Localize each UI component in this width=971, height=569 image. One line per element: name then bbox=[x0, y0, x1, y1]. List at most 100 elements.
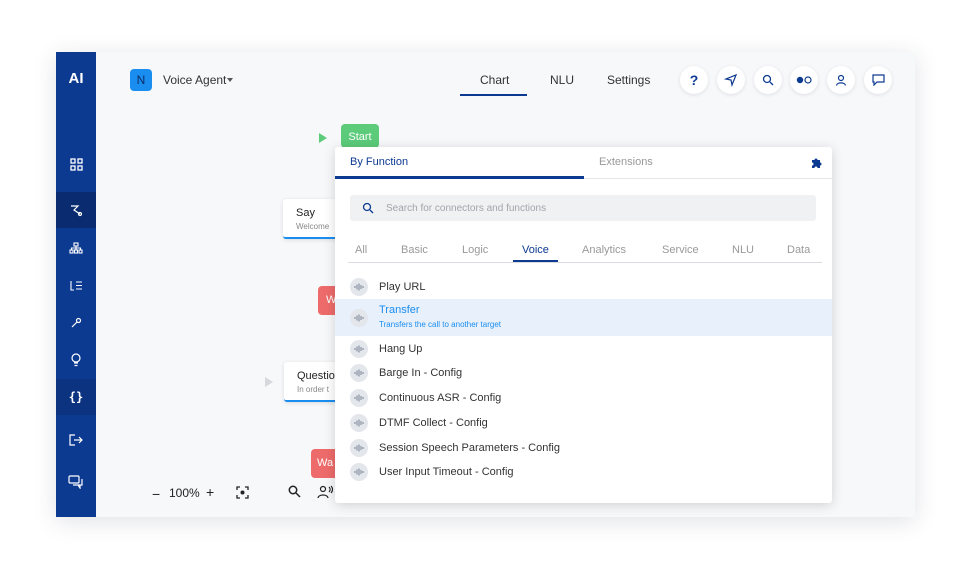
list-item-title: Play URL bbox=[379, 281, 426, 293]
function-search[interactable] bbox=[350, 195, 816, 221]
speaking-person-icon bbox=[317, 485, 334, 499]
user-icon bbox=[835, 74, 847, 86]
chevron-down-icon[interactable] bbox=[227, 78, 233, 82]
list-item[interactable]: DTMF Collect - Config bbox=[335, 410, 832, 434]
compass-button[interactable] bbox=[717, 66, 745, 94]
top-header: N Voice Agent Chart NLU Settings ? bbox=[96, 52, 915, 108]
soundwave-icon bbox=[350, 439, 368, 457]
soundwave-icon bbox=[350, 389, 368, 407]
question-node-subtitle: In order t bbox=[297, 385, 330, 394]
user-button[interactable] bbox=[827, 66, 855, 94]
compass-icon bbox=[724, 73, 738, 87]
soundwave-icon bbox=[350, 463, 368, 481]
list-item[interactable]: Continuous ASR - Config bbox=[335, 386, 832, 410]
sidebar-item-ideas[interactable] bbox=[56, 342, 96, 378]
panel-tab-divider bbox=[584, 178, 832, 179]
active-tab-indicator bbox=[460, 94, 527, 96]
app-window: AI {} N Voice Agent Chart NLU Settings ?… bbox=[56, 52, 915, 517]
list-item-title: User Input Timeout - Config bbox=[379, 466, 514, 478]
filter-tab-basic[interactable]: Basic bbox=[401, 244, 428, 256]
list-icon bbox=[69, 280, 82, 291]
tab-chart[interactable]: Chart bbox=[480, 73, 509, 87]
soundwave-icon bbox=[350, 309, 368, 327]
sidebar-item-code[interactable]: {} bbox=[56, 379, 96, 415]
list-item-title: Transfer bbox=[379, 304, 420, 316]
sidebar: AI {} bbox=[56, 52, 96, 517]
voice-preview-button[interactable] bbox=[317, 485, 334, 504]
hierarchy-icon bbox=[69, 242, 83, 254]
filter-tab-divider bbox=[348, 262, 822, 263]
sidebar-item-dashboard[interactable] bbox=[56, 146, 96, 182]
list-item-subtitle: Transfers the call to another target bbox=[379, 320, 501, 329]
filter-tab-voice[interactable]: Voice bbox=[522, 244, 549, 256]
say-node-title: Say bbox=[296, 207, 315, 219]
focus-icon bbox=[236, 486, 249, 499]
chat-icon bbox=[68, 475, 83, 489]
list-item[interactable]: Barge In - Config bbox=[335, 361, 832, 385]
fit-to-screen-button[interactable] bbox=[236, 486, 249, 504]
soundwave-icon bbox=[350, 414, 368, 432]
node-selector-panel: By Function Extensions All Basic Logic V… bbox=[335, 147, 832, 503]
search-icon bbox=[288, 485, 301, 498]
sidebar-item-flows[interactable] bbox=[56, 192, 96, 228]
sidebar-item-hierarchy[interactable] bbox=[56, 230, 96, 266]
soundwave-icon bbox=[350, 340, 368, 358]
play-icon bbox=[319, 133, 327, 143]
zoom-level: 100% bbox=[169, 486, 200, 500]
list-item[interactable]: Hang Up bbox=[335, 336, 832, 360]
grid-icon bbox=[69, 157, 83, 171]
soundwave-icon bbox=[350, 278, 368, 296]
wrench-icon bbox=[71, 317, 82, 328]
toggle-icon bbox=[796, 76, 812, 84]
app-logo: AI bbox=[68, 70, 84, 87]
filter-tab-service[interactable]: Service bbox=[662, 244, 699, 256]
list-item[interactable]: User Input Timeout - Config bbox=[335, 460, 832, 484]
sidebar-item-logout[interactable] bbox=[56, 422, 96, 458]
active-panel-tab-indicator bbox=[335, 176, 584, 179]
speech-bubble-icon bbox=[871, 74, 885, 86]
project-selector[interactable]: Voice Agent bbox=[163, 73, 226, 87]
project-badge[interactable]: N bbox=[130, 69, 152, 91]
list-item-title: Continuous ASR - Config bbox=[379, 392, 502, 404]
help-button[interactable]: ? bbox=[680, 66, 708, 94]
messages-button[interactable] bbox=[864, 66, 892, 94]
filter-tab-nlu[interactable]: NLU bbox=[732, 244, 754, 256]
list-item-title: Barge In - Config bbox=[379, 367, 463, 379]
zoom-out-button[interactable]: − bbox=[152, 486, 160, 502]
list-item-title: Session Speech Parameters - Config bbox=[379, 442, 560, 454]
search-button[interactable] bbox=[754, 66, 782, 94]
lightbulb-icon bbox=[71, 353, 81, 367]
toggle-button[interactable] bbox=[790, 66, 818, 94]
filter-tab-analytics[interactable]: Analytics bbox=[582, 244, 626, 256]
search-icon bbox=[762, 74, 774, 86]
list-item[interactable]: Transfer Transfers the call to another t… bbox=[335, 299, 832, 336]
canvas-search-button[interactable] bbox=[288, 485, 301, 503]
list-item-title: Hang Up bbox=[379, 343, 423, 355]
say-node[interactable]: Say Welcome bbox=[283, 199, 343, 239]
search-icon bbox=[362, 202, 374, 214]
connector-arrow-icon bbox=[265, 377, 273, 387]
list-item[interactable]: Play URL bbox=[335, 274, 832, 298]
active-filter-indicator bbox=[513, 260, 558, 262]
sidebar-item-chat[interactable] bbox=[56, 464, 96, 500]
filter-tab-logic[interactable]: Logic bbox=[462, 244, 488, 256]
start-node[interactable]: Start bbox=[341, 124, 379, 148]
search-input[interactable] bbox=[386, 195, 806, 221]
filter-tab-data[interactable]: Data bbox=[787, 244, 810, 256]
question-icon: ? bbox=[689, 72, 699, 88]
sidebar-item-lexicon[interactable] bbox=[56, 267, 96, 303]
tab-nlu[interactable]: NLU bbox=[550, 73, 574, 87]
say-node-subtitle: Welcome bbox=[296, 222, 330, 231]
question-node-title: Questio bbox=[297, 370, 335, 382]
logout-icon bbox=[69, 434, 83, 446]
list-item[interactable]: Session Speech Parameters - Config bbox=[335, 435, 832, 459]
zoom-in-button[interactable]: + bbox=[206, 484, 214, 500]
code-braces-icon: {} bbox=[68, 390, 84, 404]
tab-extensions[interactable]: Extensions bbox=[599, 156, 653, 168]
filter-tab-all[interactable]: All bbox=[355, 244, 367, 256]
extensions-button[interactable] bbox=[810, 156, 823, 174]
puzzle-icon bbox=[812, 158, 822, 168]
tab-settings[interactable]: Settings bbox=[607, 73, 650, 87]
sidebar-item-tools[interactable] bbox=[56, 305, 96, 341]
tab-by-function[interactable]: By Function bbox=[350, 156, 408, 168]
